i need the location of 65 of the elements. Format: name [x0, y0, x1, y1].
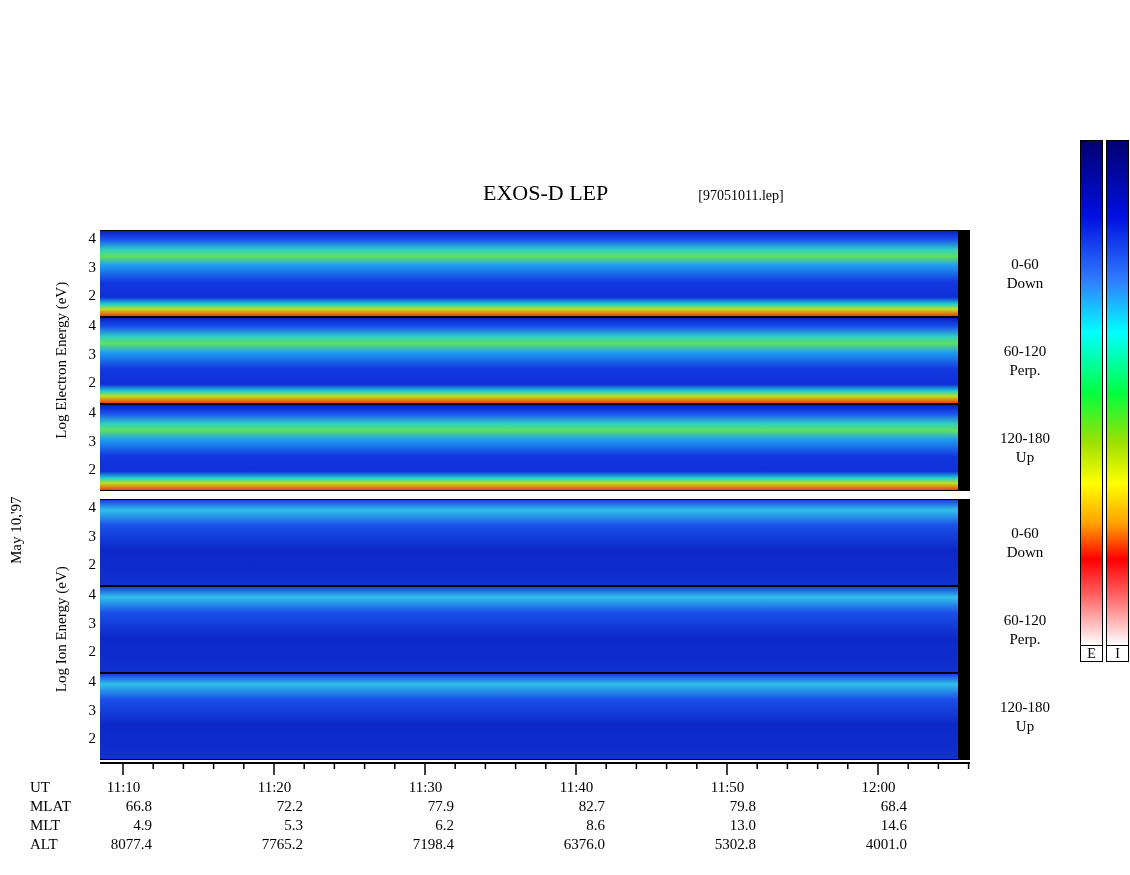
pitch-angle-label: 0-60 — [1011, 254, 1039, 274]
value-label: 6.2 — [435, 816, 454, 835]
value-label: 4001.0 — [865, 835, 907, 854]
time-label: 11:30 — [408, 778, 443, 797]
direction-label: Down — [1006, 273, 1044, 293]
value-label: 13.0 — [729, 816, 756, 835]
file-name: [97051011.lep] — [698, 187, 784, 205]
y-tick-label: 3 — [88, 432, 96, 449]
y-axis-label: Log Electron Energy (eV) — [51, 282, 70, 439]
y-tick-label: 2 — [88, 461, 96, 477]
row-label: MLT — [30, 816, 61, 835]
time-label: 11:40 — [559, 778, 594, 797]
y-tick-label: 2 — [88, 374, 96, 390]
pitch-angle-label: 120-180 — [1000, 428, 1050, 448]
y-tick-label: 4 — [88, 230, 96, 246]
pitch-angle-label: 60-120 — [1003, 341, 1047, 361]
value-label: 79.8 — [729, 797, 756, 816]
pitch-angle-label: 120-180 — [1000, 697, 1050, 717]
value-label: 5302.8 — [714, 835, 756, 854]
y-tick-label: 4 — [88, 586, 96, 602]
value-label: 82.7 — [578, 797, 605, 816]
y-tick-label: 4 — [88, 673, 96, 689]
row-label: UT — [30, 778, 50, 797]
y-tick-label: 2 — [88, 287, 96, 303]
value-label: 4.9 — [133, 816, 152, 835]
direction-label: Down — [1006, 542, 1044, 562]
value-label: 77.9 — [427, 797, 454, 816]
value-label: 8.6 — [586, 816, 605, 835]
value-label: 68.4 — [880, 797, 907, 816]
value-label: 66.8 — [125, 797, 152, 816]
pitch-angle-label: 0-60 — [1011, 523, 1039, 543]
value-label: 5.3 — [284, 816, 303, 835]
time-label: 11:10 — [106, 778, 141, 797]
y-tick-label: 2 — [88, 556, 96, 572]
y-tick-label: 3 — [88, 527, 96, 544]
time-label: 12:00 — [861, 778, 896, 797]
value-label: 7765.2 — [261, 835, 303, 854]
y-tick-label: 3 — [88, 258, 96, 275]
color-scale-label: E — [1080, 646, 1103, 662]
direction-label: Up — [1015, 447, 1035, 467]
direction-label: Perp. — [1009, 629, 1041, 649]
y-tick-label: 4 — [88, 317, 96, 333]
row-label: MLAT — [30, 797, 71, 816]
y-tick-label: 3 — [88, 701, 96, 718]
direction-label: Perp. — [1009, 360, 1041, 380]
row-label: ALT — [30, 835, 58, 854]
y-tick-label: 4 — [88, 404, 96, 420]
pitch-angle-label: 60-120 — [1003, 610, 1047, 630]
y-tick-label: 3 — [88, 345, 96, 362]
y-tick-label: 3 — [88, 614, 96, 631]
color-scale-label: I — [1106, 646, 1129, 662]
chart-title: EXOS-D LEP — [483, 180, 609, 206]
y-tick-label: 2 — [88, 643, 96, 659]
value-label: 8077.4 — [110, 835, 152, 854]
y-tick-label: 4 — [88, 499, 96, 515]
value-label: 6376.0 — [563, 835, 605, 854]
y-tick-label: 2 — [88, 730, 96, 746]
y-axis-label: Log Ion Energy (eV) — [51, 566, 70, 693]
time-label: 11:20 — [257, 778, 292, 797]
value-label: 7198.4 — [412, 835, 454, 854]
date-label: May 10,'97 — [6, 496, 25, 564]
time-label: 11:50 — [710, 778, 745, 797]
value-label: 72.2 — [276, 797, 303, 816]
value-label: 14.6 — [880, 816, 907, 835]
direction-label: Up — [1015, 716, 1035, 736]
